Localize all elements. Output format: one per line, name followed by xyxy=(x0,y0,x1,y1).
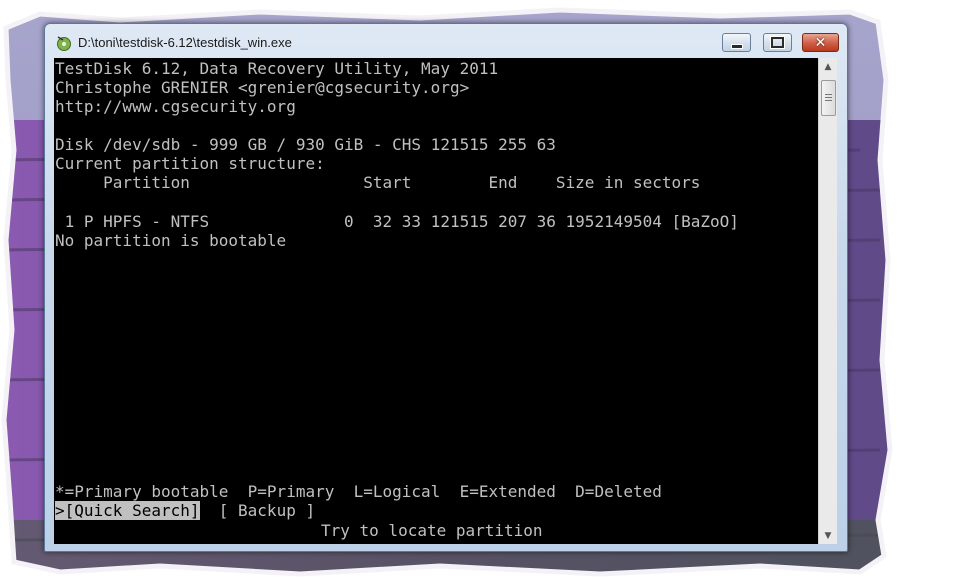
close-button[interactable]: ✕ xyxy=(802,33,839,52)
partition-row[interactable]: 1 P HPFS - NTFS 0 32 33 121515 207 36 19… xyxy=(55,212,739,231)
desktop-scene: D:\toni\testdisk-6.12\testdisk_win.exe ✕… xyxy=(0,0,960,579)
grip-line xyxy=(825,94,832,95)
action-menu: >[Quick Search] [ Backup ] xyxy=(55,501,315,520)
vertical-scrollbar[interactable]: ▲ ▼ xyxy=(818,58,837,544)
boot-status-line: No partition is bootable xyxy=(55,231,287,250)
close-icon: ✕ xyxy=(814,34,827,51)
scroll-thumb[interactable] xyxy=(821,80,836,116)
console-output[interactable]: TestDisk 6.12, Data Recovery Utility, Ma… xyxy=(54,58,818,544)
partition-legend: *=Primary bootable P=Primary L=Logical E… xyxy=(55,482,662,501)
grip-line xyxy=(825,97,832,98)
minimize-icon xyxy=(730,43,743,49)
title-bar[interactable]: D:\toni\testdisk-6.12\testdisk_win.exe ✕ xyxy=(45,24,847,57)
author-line: Christophe GRENIER <grenier@cgsecurity.o… xyxy=(55,78,470,97)
quick-search-option[interactable]: >[Quick Search] xyxy=(55,501,200,520)
testdisk-app-icon xyxy=(57,36,71,51)
website-line: http://www.cgsecurity.org xyxy=(55,97,296,116)
structure-title: Current partition structure: xyxy=(55,154,325,173)
maximize-icon xyxy=(770,36,785,49)
window-title: D:\toni\testdisk-6.12\testdisk_win.exe xyxy=(78,35,292,50)
action-hint: Try to locate partition xyxy=(321,521,543,540)
app-version-line: TestDisk 6.12, Data Recovery Utility, Ma… xyxy=(55,59,499,78)
grip-line xyxy=(825,100,832,101)
maximize-button[interactable] xyxy=(763,33,792,52)
scroll-up-icon[interactable]: ▲ xyxy=(819,58,837,75)
scroll-down-icon[interactable]: ▼ xyxy=(819,527,837,544)
testdisk-window: D:\toni\testdisk-6.12\testdisk_win.exe ✕… xyxy=(44,23,848,552)
disk-info-line: Disk /dev/sdb - 999 GB / 930 GiB - CHS 1… xyxy=(55,135,556,154)
minimize-button[interactable] xyxy=(722,33,751,52)
backup-option[interactable]: [ Backup ] xyxy=(219,501,315,520)
partition-table-header: Partition Start End Size in sectors xyxy=(55,173,701,192)
